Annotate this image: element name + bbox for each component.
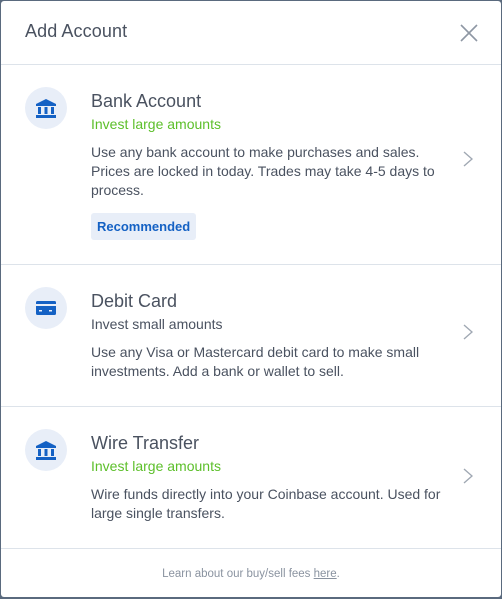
option-content: Wire Transfer Invest large amounts Wire …	[91, 432, 451, 523]
add-account-modal: Add Account Bank Account Invest large am…	[1, 1, 501, 597]
bank-icon	[36, 440, 56, 460]
option-content: Bank Account Invest large amounts Use an…	[91, 90, 451, 240]
recommended-badge: Recommended	[91, 213, 197, 240]
bank-icon-container	[25, 429, 67, 471]
option-subtitle: Invest large amounts	[91, 458, 221, 474]
footer-suffix: .	[336, 568, 340, 580]
credit-card-icon	[36, 301, 56, 315]
option-title: Debit Card	[91, 291, 178, 311]
chevron-right-icon	[463, 151, 473, 167]
option-description: Wire funds directly into your Coinbase a…	[91, 486, 441, 521]
chevron-right-icon	[463, 468, 473, 484]
modal-header: Add Account	[1, 1, 501, 65]
option-bank-account[interactable]: Bank Account Invest large amounts Use an…	[1, 65, 501, 265]
bank-icon-container	[25, 87, 67, 129]
option-subtitle: Invest small amounts	[91, 316, 223, 332]
card-icon-container	[25, 287, 67, 329]
chevron-right-icon	[463, 324, 473, 340]
option-wire-transfer[interactable]: Wire Transfer Invest large amounts Wire …	[1, 407, 501, 549]
option-content: Debit Card Invest small amounts Use any …	[91, 290, 451, 381]
option-description: Use any bank account to make purchases a…	[91, 144, 435, 198]
option-subtitle: Invest large amounts	[91, 116, 221, 132]
option-debit-card[interactable]: Debit Card Invest small amounts Use any …	[1, 265, 501, 407]
option-description: Use any Visa or Mastercard debit card to…	[91, 344, 420, 379]
footer-text: Learn about our buy/sell fees	[162, 568, 314, 580]
fees-link[interactable]: here	[314, 568, 337, 580]
option-title: Bank Account	[91, 91, 202, 111]
modal-title: Add Account	[25, 21, 128, 41]
fees-footer: Learn about our buy/sell fees here.	[1, 549, 501, 580]
option-title: Wire Transfer	[91, 433, 200, 453]
close-icon[interactable]	[459, 23, 479, 43]
bank-icon	[36, 98, 56, 118]
